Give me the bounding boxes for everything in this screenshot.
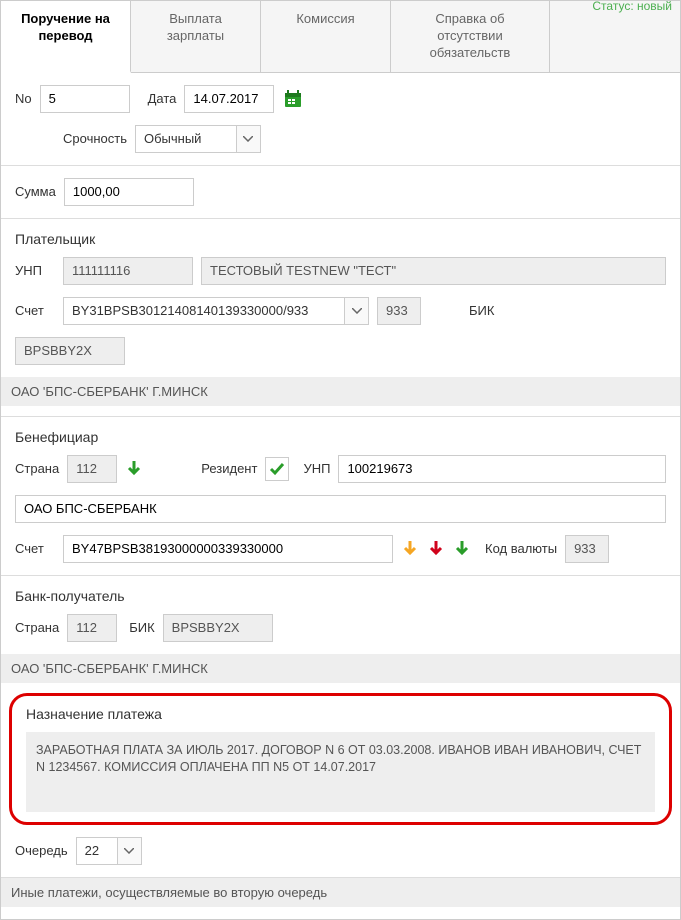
beneficiary-currency-value: 933 (565, 535, 609, 563)
payer-unp-label: УНП (15, 263, 55, 278)
payer-section-title: Плательщик (15, 231, 666, 247)
tab-salary-payment[interactable]: Выплата зарплаты (131, 1, 261, 72)
beneficiary-country-value: 112 (67, 455, 117, 483)
payer-bik-value: BPSBBY2X (15, 337, 125, 365)
beneficiary-resident-label: Резидент (201, 461, 257, 476)
purpose-text[interactable]: ЗАРАБОТНАЯ ПЛАТА ЗА ИЮЛЬ 2017. ДОГОВОР N… (26, 732, 655, 812)
status-text: Статус: новый (592, 0, 672, 13)
chevron-down-icon[interactable] (117, 838, 141, 864)
payer-name-value: ТЕСТОВЫЙ TESTNEW "ТЕСТ" (201, 257, 666, 285)
beneficiary-name-input[interactable] (15, 495, 666, 523)
date-label: Дата (148, 91, 177, 106)
purpose-highlight: Назначение платежа ЗАРАБОТНАЯ ПЛАТА ЗА И… (9, 693, 672, 825)
payer-account-select[interactable]: BY31BPSB30121408140139330000/933 (63, 297, 369, 325)
beneficiary-unp-label: УНП (303, 461, 330, 476)
sum-label: Сумма (15, 184, 56, 199)
tabs: Поручение на перевод Выплата зарплаты Ко… (1, 1, 680, 73)
no-label: No (15, 91, 32, 106)
beneficiary-country-label: Страна (15, 461, 59, 476)
tab-commission[interactable]: Комиссия (261, 1, 391, 72)
recipient-bank-section-title: Банк-получатель (15, 588, 666, 604)
arrow-down-red-icon[interactable] (427, 540, 445, 558)
payer-account-label: Счет (15, 303, 55, 318)
payer-unp-value: 111111116 (63, 257, 193, 285)
queue-label: Очередь (15, 843, 68, 858)
tab-transfer-order[interactable]: Поручение на перевод (1, 1, 131, 73)
arrow-down-green-icon[interactable] (125, 460, 143, 478)
beneficiary-account-label: Счет (15, 541, 55, 556)
payer-bank-name: ОАО 'БПС-СБЕРБАНК' Г.МИНСК (1, 377, 680, 406)
beneficiary-unp-input[interactable] (338, 455, 666, 483)
sum-input[interactable] (64, 178, 194, 206)
chevron-down-icon[interactable] (344, 298, 368, 324)
payer-bik-label: БИК (469, 303, 494, 318)
recipient-bik-value: BPSBBY2X (163, 614, 273, 642)
recipient-bik-label: БИК (129, 620, 154, 635)
beneficiary-currency-label: Код валюты (485, 541, 557, 556)
tab-no-obligations-cert[interactable]: Справка об отсутствии обязательств (391, 1, 550, 72)
queue-select[interactable]: 22 (76, 837, 142, 865)
recipient-country-value: 112 (67, 614, 117, 642)
arrow-down-orange-icon[interactable] (401, 540, 419, 558)
payer-account-value: BY31BPSB30121408140139330000/933 (64, 298, 344, 324)
beneficiary-account-input[interactable] (63, 535, 393, 563)
queue-value: 22 (77, 838, 117, 864)
recipient-country-label: Страна (15, 620, 59, 635)
date-input[interactable] (184, 85, 274, 113)
urgency-label: Срочность (63, 131, 127, 146)
queue-description: Иные платежи, осуществляемые во вторую о… (1, 877, 680, 907)
no-input[interactable] (40, 85, 130, 113)
arrow-down-green-icon[interactable] (453, 540, 471, 558)
chevron-down-icon[interactable] (236, 126, 260, 152)
beneficiary-section-title: Бенефициар (15, 429, 666, 445)
urgency-value: Обычный (136, 126, 236, 152)
purpose-title: Назначение платежа (26, 706, 655, 722)
payer-code-value: 933 (377, 297, 421, 325)
calendar-icon[interactable] (282, 88, 304, 110)
urgency-select[interactable]: Обычный (135, 125, 261, 153)
recipient-bank-name: ОАО 'БПС-СБЕРБАНК' Г.МИНСК (1, 654, 680, 683)
resident-checkbox[interactable] (265, 457, 289, 481)
